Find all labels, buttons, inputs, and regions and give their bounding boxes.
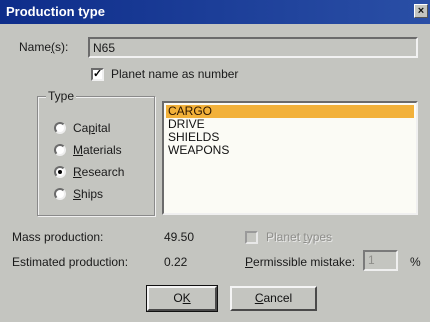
planet-types-label: Planet types (266, 230, 333, 244)
type-groupbox: Type Capital Materials Research Ships (37, 89, 155, 216)
estimated-production-label: Estimated production: (12, 255, 129, 269)
permissible-mistake-label: Permissible mistake: (245, 255, 356, 269)
permissible-mistake-input[interactable]: 1 (363, 250, 398, 271)
title-bar[interactable]: Production type × (0, 0, 430, 24)
production-listbox[interactable]: CARGO DRIVE SHIELDS WEAPONS (162, 101, 418, 215)
radio-research[interactable]: Research (54, 164, 124, 180)
names-label: Name(s): (19, 40, 69, 54)
planet-name-checkbox[interactable]: ✓ (91, 68, 104, 81)
radio-capital[interactable]: Capital (54, 120, 110, 136)
mass-production-value: 49.50 (164, 230, 195, 244)
radio-ships-button[interactable] (54, 188, 66, 200)
radio-research-button[interactable] (54, 166, 66, 178)
radio-capital-label: Capital (73, 121, 111, 135)
radio-ships-label: Ships (73, 187, 104, 201)
dialog-title: Production type (6, 4, 105, 19)
close-icon[interactable]: × (414, 4, 428, 18)
estimated-production-value: 0.22 (164, 255, 188, 269)
list-item-weapons[interactable]: WEAPONS (166, 144, 414, 157)
radio-ships[interactable]: Ships (54, 186, 103, 202)
type-group-legend: Type (46, 89, 77, 103)
planet-types-checkbox[interactable] (245, 231, 258, 244)
radio-materials-button[interactable] (54, 144, 66, 156)
planet-name-label: Planet name as number (111, 67, 239, 81)
radio-materials-label: Materials (73, 143, 122, 157)
mass-production-label: Mass production: (12, 230, 104, 244)
names-input[interactable] (88, 37, 418, 58)
cancel-button[interactable]: Cancel (230, 286, 317, 311)
radio-materials[interactable]: Materials (54, 142, 122, 158)
percent-sign: % (410, 255, 421, 269)
production-type-dialog: Production type × Name(s): ✓ Planet name… (0, 0, 430, 322)
radio-research-label: Research (73, 165, 125, 179)
ok-button[interactable]: OK (146, 285, 218, 312)
radio-capital-button[interactable] (54, 122, 66, 134)
